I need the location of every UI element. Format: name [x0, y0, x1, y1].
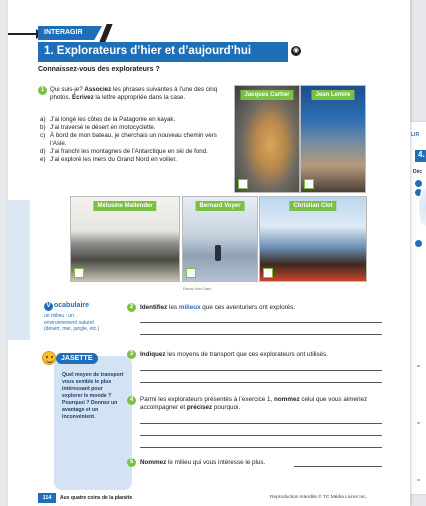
answer-line[interactable]: [140, 423, 382, 424]
photo-credit: Pascal Jean-Saint: [183, 287, 212, 291]
question-2-text: Identifiez les milieux que ces aventurie…: [140, 304, 296, 311]
list-item: e) J’ai exploré les mers du Grand Nord en…: [40, 156, 177, 163]
question-1-list: a) J’ai longé les côtes de la Patagonie e…: [40, 116, 230, 164]
question-4-text: Parmi les explorateurs présentés à l’exe…: [140, 396, 368, 411]
answer-line[interactable]: [294, 466, 382, 467]
photo-caption: Christian Clot: [289, 201, 337, 211]
adjacent-line-marker: [417, 422, 420, 424]
adjacent-line-marker: [417, 365, 420, 367]
workbook-page: INTERAGIR 1. Explorateurs d’hier et d’au…: [8, 0, 410, 506]
question-3-number: 3: [127, 350, 136, 359]
photo-caption: Bernard Voyer: [195, 201, 245, 211]
photo-caption: Jacques Cartier: [240, 90, 294, 100]
adjacent-page-text: Déc: [413, 169, 423, 175]
jasette-text: Quel moyen de transport vous semble le p…: [62, 372, 124, 420]
adjacent-swirl-decoration: [419, 182, 426, 232]
answer-line[interactable]: [140, 447, 382, 448]
smiley-icon: [42, 351, 56, 365]
photo-caption: Jean Lemire: [311, 90, 355, 100]
question-5-number: 5: [127, 458, 136, 467]
adjacent-page-number: 4.: [415, 150, 426, 162]
photo-jean-lemire: Jean Lemire: [300, 85, 366, 193]
copyright-notice: Reproduction interdite © TC Média Livres…: [270, 495, 368, 500]
skier-figure: [215, 245, 221, 261]
page-number: 114: [38, 493, 56, 503]
answer-box[interactable]: [304, 179, 314, 189]
vocabulary-box: Vocabulaire un milieu : un environnement…: [44, 302, 102, 333]
vocabulary-term: un milieu : un environnement naturel (dé…: [44, 313, 100, 332]
photo-jacques-cartier: Jacques Cartier: [234, 85, 300, 193]
answer-box[interactable]: [74, 268, 84, 278]
answer-box[interactable]: [263, 268, 273, 278]
answer-line[interactable]: [140, 382, 382, 383]
decorative-band: [8, 200, 30, 340]
answer-box[interactable]: [238, 179, 248, 189]
question-2-number: 2: [127, 303, 136, 312]
photo-bernard-voyer: Bernard Voyer: [182, 196, 258, 282]
section-tab: INTERAGIR: [38, 26, 102, 40]
vocabulary-title: Vocabulaire: [44, 302, 102, 311]
answer-line[interactable]: [140, 334, 382, 335]
photo-christian-clot: Christian Clot: [259, 196, 367, 282]
list-item: b) J’ai traversé le désert en motocyclett…: [40, 124, 156, 131]
list-item: d) J’ai franchi les montagnes de l’Antarc…: [40, 148, 208, 155]
photo-caption: Mélusine Mallender: [93, 201, 157, 211]
adjacent-question-2-icon: [415, 240, 422, 247]
list-item: a) J’ai longé les côtes de la Patagonie e…: [40, 116, 176, 123]
vocabulary-icon: V: [44, 302, 53, 311]
photo-melusine-mallender: Mélusine Mallender: [70, 196, 180, 282]
adjacent-line-marker: [417, 479, 420, 481]
page-title: 1. Explorateurs d’hier et d’aujourd’hui: [38, 42, 288, 62]
question-3-text: Indiquez les moyens de transport que ces…: [140, 351, 328, 358]
answer-line[interactable]: [140, 322, 382, 323]
question-4-number: 4: [127, 396, 136, 405]
footer-title: Aux quatre coins de la planète: [60, 495, 133, 501]
arrow-line: [8, 33, 38, 35]
question-5-text: Nommez le milieu qui vous intéresse le p…: [140, 459, 266, 466]
adjacent-question-1-icon: [415, 180, 422, 187]
subtitle: Connaissez-vous des explorateurs ?: [38, 66, 160, 73]
question-1-instructions: Qui suis-je? Associez les phrases suivan…: [50, 86, 218, 101]
jasette-title: JASETTE: [56, 353, 98, 364]
adjacent-page-tab: LIR: [411, 132, 420, 138]
list-item: c) À bord de mon bateau, je cherchais un …: [40, 132, 217, 147]
globe-icon: ◉: [291, 46, 301, 56]
answer-line[interactable]: [140, 435, 382, 436]
question-1-number: 1: [38, 86, 47, 95]
answer-box[interactable]: [186, 268, 196, 278]
answer-line[interactable]: [140, 370, 382, 371]
